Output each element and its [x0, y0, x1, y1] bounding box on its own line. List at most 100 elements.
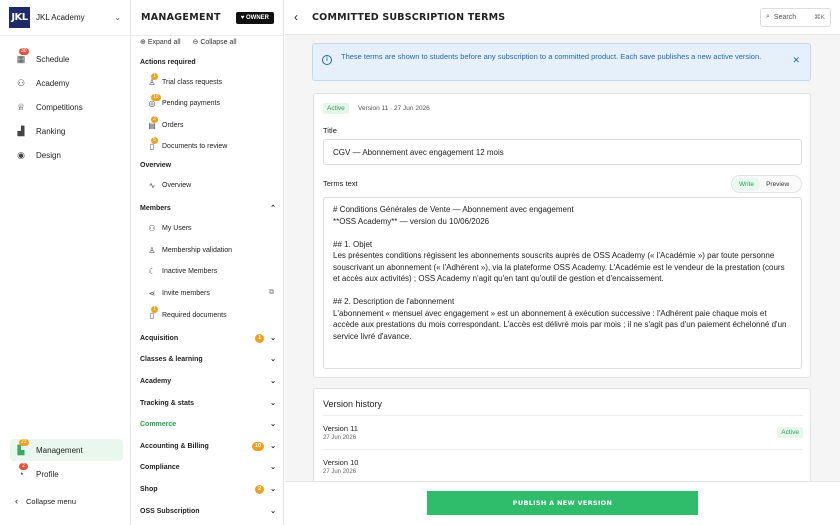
sidebar-item-profile[interactable]: ◔ 2 Profile	[10, 463, 123, 485]
sidebar-item-label: Management	[36, 445, 83, 455]
title-input[interactable]: CGV — Abonnement avec engagement 12 mois	[323, 139, 802, 165]
sidebar-item-competitions[interactable]: ♕ Competitions	[10, 96, 123, 118]
expand-collapse-controls: ⊕ Expand all ⊖ Collapse all	[140, 38, 237, 46]
acquisition-badge: 1	[255, 333, 265, 343]
academy-logo: JKL	[9, 7, 30, 28]
menu-item-trial-class-requests[interactable]: ♙ 1 Trial class requests	[146, 72, 274, 91]
academy-name: JKL Academy	[36, 13, 85, 22]
sidebar-item-ranking[interactable]: ▟ Ranking	[10, 120, 123, 142]
section-accounting-billing[interactable]: Accounting & Billing 10 ⌄	[140, 437, 276, 455]
section-shop[interactable]: Shop 2 ⌄	[140, 480, 276, 498]
menu-item-label: Documents to review	[162, 142, 228, 150]
management-header: MANAGEMENT ♥ OWNER	[132, 0, 283, 36]
menu-item-pending-payments[interactable]: ◎ 10 Pending payments	[146, 93, 274, 112]
version-date: 27 Jun 2026	[323, 469, 357, 475]
profile-icon: ◔ 2	[15, 463, 28, 480]
back-arrow-icon[interactable]: ‹	[294, 10, 298, 24]
menu-item-overview[interactable]: ∿ Overview	[146, 176, 274, 194]
close-icon[interactable]: ✕	[792, 54, 800, 66]
menu-item-membership-validation[interactable]: ♙ Membership validation	[146, 241, 274, 259]
trophy-icon: ♕	[16, 101, 26, 112]
info-text: These terms are shown to students before…	[341, 52, 762, 61]
menu-item-my-users[interactable]: ⚇ My Users	[146, 219, 274, 237]
version-number: Version 11	[323, 424, 358, 433]
payment-icon: ◎ 10	[148, 93, 161, 108]
version-history-card: Version history Version 11 27 Jun 2026 A…	[313, 388, 811, 488]
chevron-up-icon: ⌃	[270, 205, 276, 212]
users-icon: ⚇	[148, 223, 156, 233]
menu-item-orders[interactable]: ▤ 2 Orders	[146, 115, 274, 134]
menu-item-inactive-members[interactable]: ☾ Inactive Members	[146, 262, 274, 280]
publish-new-version-button[interactable]: PUBLISH A NEW VERSION	[427, 491, 698, 515]
menu-item-label: Overview	[162, 181, 192, 189]
collapse-menu-label: Collapse menu	[26, 496, 77, 506]
version-row[interactable]: Version 11 27 Jun 2026 Active	[323, 415, 803, 449]
sidebar-item-label: Academy	[36, 78, 70, 88]
chevron-down-icon: ⌄	[270, 464, 276, 471]
chevron-down-icon: ⌄	[270, 421, 276, 428]
share-icon: ⋖	[148, 288, 156, 298]
copy-icon[interactable]: ⧉	[269, 289, 274, 297]
collapse-menu-button[interactable]: ‹ Collapse menu	[15, 496, 76, 506]
sidebar-item-label: Design	[36, 150, 61, 160]
section-label: Tracking & stats	[140, 399, 195, 407]
section-label: OSS Subscription	[140, 507, 200, 515]
members-section-toggle[interactable]: Members ⌃	[140, 199, 276, 217]
section-commerce[interactable]: Commerce ⌄	[140, 415, 276, 433]
document-icon: ▯ 5	[149, 136, 158, 151]
tab-write[interactable]: Write	[733, 177, 761, 191]
terms-textarea[interactable]: # Conditions Générales de Vente — Abonne…	[323, 197, 802, 369]
section-label: Acquisition	[140, 334, 179, 342]
footer-bar: PUBLISH A NEW VERSION	[285, 481, 840, 525]
tab-preview[interactable]: Preview	[760, 178, 795, 191]
section-compliance[interactable]: Compliance ⌄	[140, 458, 276, 476]
calendar-icon: ▦ 30	[16, 48, 29, 64]
section-tracking-stats[interactable]: Tracking & stats ⌄	[140, 394, 276, 412]
palette-icon: ◉	[17, 149, 25, 160]
version-row[interactable]: Version 10 27 Jun 2026	[323, 449, 803, 483]
sidebar-item-management[interactable]: ▙ 23 Management	[10, 439, 123, 461]
terms-label: Terms text	[323, 179, 358, 188]
documents-badge: 5	[151, 136, 158, 144]
sidebar-item-schedule[interactable]: ▦ 30 Schedule	[10, 48, 123, 70]
expand-all-label: Expand all	[147, 39, 181, 46]
section-acquisition[interactable]: Acquisition 1 ⌄	[140, 329, 276, 347]
menu-item-label: Trial class requests	[162, 78, 223, 86]
status-badge: Active	[777, 427, 803, 438]
section-label: Classes & learning	[140, 355, 203, 363]
actions-required-heading: Actions required	[140, 58, 196, 66]
academy-switcher[interactable]: JKL JKL Academy ⌄	[0, 0, 130, 36]
sidebar-item-design[interactable]: ◉ Design	[10, 144, 123, 166]
search-button[interactable]: ⌕ Search ⌘K	[760, 7, 831, 27]
section-oss-subscription[interactable]: OSS Subscription ⌄	[140, 502, 276, 520]
version-info: Version 11 · 27 Jun 2026	[358, 105, 430, 112]
section-label: Shop	[140, 485, 158, 493]
collapse-all-button[interactable]: ⊖ Collapse all	[193, 38, 237, 46]
search-shortcut: ⌘K	[814, 14, 825, 21]
section-label: Academy	[140, 377, 172, 385]
info-banner: i These terms are shown to students befo…	[312, 43, 811, 81]
chevron-down-icon: ⌄	[270, 335, 276, 342]
trial-badge: 1	[151, 72, 158, 80]
activity-icon: ∿	[148, 180, 156, 190]
expand-all-button[interactable]: ⊕ Expand all	[140, 38, 181, 46]
ranking-icon: ▟	[17, 125, 25, 136]
menu-item-invite-members[interactable]: ⋖ Invite members ⧉	[146, 284, 274, 302]
menu-item-documents-to-review[interactable]: ▯ 5 Documents to review	[146, 136, 274, 155]
overview-heading: Overview	[140, 161, 172, 169]
info-icon: i	[322, 55, 332, 65]
title-label: Title	[323, 126, 337, 135]
expand-icon: ⊕	[140, 39, 148, 46]
sidebar-item-academy[interactable]: ⚇ Academy	[10, 72, 123, 94]
menu-item-required-documents[interactable]: ▯ 1 Required documents	[146, 305, 274, 324]
section-classes-learning[interactable]: Classes & learning ⌄	[140, 350, 276, 368]
sidebar-item-label: Profile	[36, 469, 59, 479]
section-academy[interactable]: Academy ⌄	[140, 372, 276, 390]
management-badge: 23	[19, 439, 29, 446]
owner-badge: ♥ OWNER	[235, 11, 274, 24]
chevron-down-icon: ⌄	[270, 400, 276, 407]
payments-badge: 10	[151, 93, 161, 101]
management-icon: ▙ 23	[17, 439, 29, 455]
menu-item-label: Required documents	[162, 311, 227, 319]
collapse-all-label: Collapse all	[200, 39, 237, 46]
